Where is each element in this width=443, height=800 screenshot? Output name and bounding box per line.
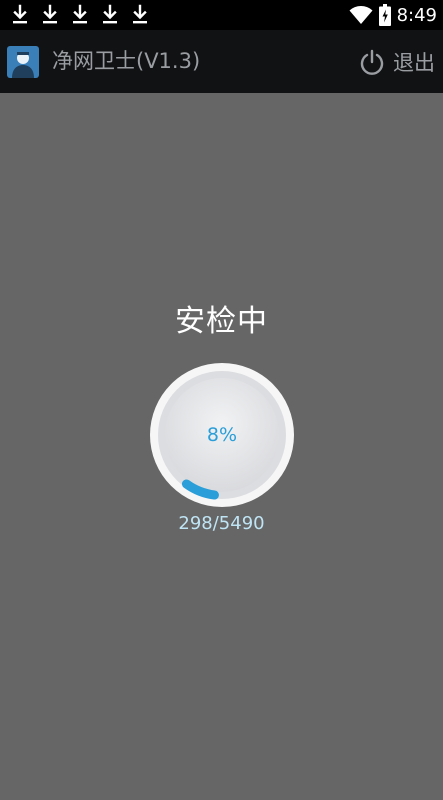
exit-button[interactable]: 退出 [359,30,435,93]
wifi-icon [349,6,373,24]
notification-icons [10,4,150,26]
app-title: 净网卫士(V1.3) [52,49,201,73]
download-icon [43,4,57,24]
download-icon [73,4,87,24]
status-bar: 8:49 [0,0,443,30]
status-indicators: 8:49 [349,0,437,30]
battery-icon [378,4,391,26]
download-icon [133,4,147,24]
power-icon [360,49,384,75]
status-time: 8:49 [396,4,437,26]
scan-status-title: 安检中 [175,304,268,339]
download-icon [103,4,117,24]
app-logo-icon [7,46,39,78]
progress-count: 298/5490 [178,513,265,534]
progress-percent: 8% [206,424,238,446]
download-icon [13,4,27,24]
action-bar: 净网卫士(V1.3) 退出 [0,30,443,93]
exit-label: 退出 [393,50,435,75]
